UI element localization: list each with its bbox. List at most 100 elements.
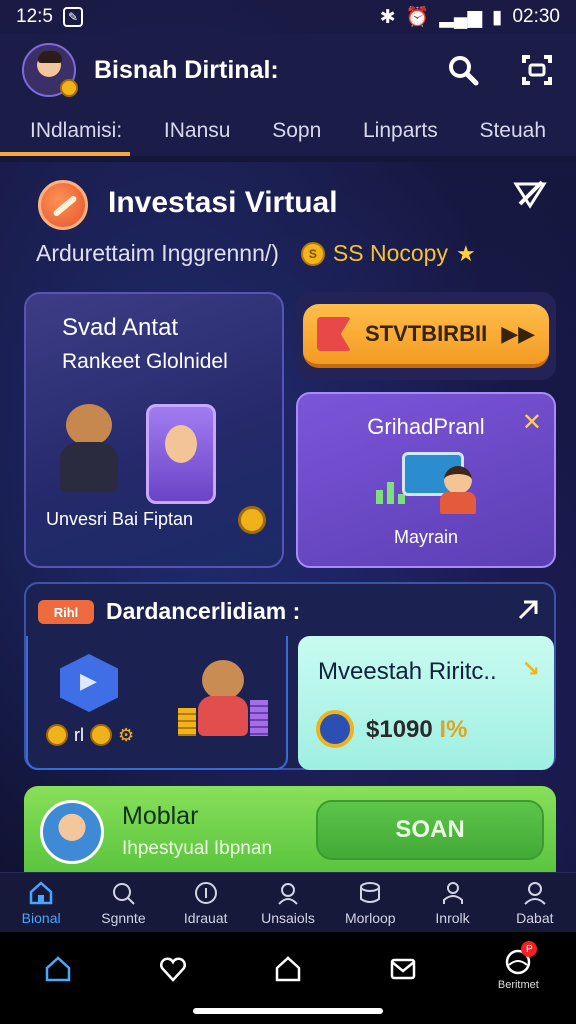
- nav-item-search[interactable]: Sgnnte: [82, 873, 164, 932]
- play-hex-icon: [60, 654, 118, 712]
- feature-card-ranking[interactable]: Svad Antat Rankeet Glolnidel Unvesri Bai…: [24, 292, 284, 568]
- points-label: SS Nocopy: [332, 240, 448, 266]
- summary-amount: $1090 I%: [366, 716, 467, 744]
- amount-value: $1090: [366, 716, 433, 743]
- sys-nav-label: Beritmet: [497, 979, 539, 991]
- profile-icon: [524, 881, 546, 905]
- avatar[interactable]: [22, 43, 78, 97]
- start-button-label: STVTBIRBII: [364, 321, 488, 346]
- app-header: Bisnah Dirtinal:: [0, 34, 576, 106]
- system-navigation: P Beritmet: [0, 932, 576, 1024]
- nav-label: Idrauat: [183, 909, 228, 926]
- status-time: 12:5: [16, 6, 53, 27]
- home-icon: [29, 880, 53, 904]
- panel-badge: Rihl: [38, 600, 94, 624]
- gear-icon: ⚙: [118, 724, 135, 745]
- investment-icon: [38, 180, 88, 230]
- coin-icon: [60, 79, 78, 97]
- coin-icon: [46, 724, 68, 746]
- nav-item-info[interactable]: Idrauat: [165, 873, 247, 932]
- amount-suffix: I%: [439, 716, 468, 743]
- card-caption: Unvesri Bai Fiptan: [46, 509, 194, 529]
- divider: [0, 156, 576, 162]
- tab-item[interactable]: INansu: [164, 119, 231, 143]
- nav-item-users[interactable]: Unsaiols: [247, 873, 329, 932]
- app-title: Bisnah Dirtinal:: [94, 55, 279, 84]
- bottom-nav: Bional Sgnnte Idrauat Unsaiols Morloop I…: [0, 872, 576, 932]
- nav-label: Bional: [21, 909, 61, 926]
- house-icon: [275, 956, 301, 982]
- intro-section: Investasi Virtual Ardurettaim Inggrennn/…: [20, 166, 556, 280]
- tab-bar: INdlamisi: INansu Sopn Linparts Steuah: [0, 106, 576, 156]
- heart-icon: [159, 957, 186, 982]
- home-gesture-pill[interactable]: [193, 1008, 383, 1014]
- sys-mail-button[interactable]: [378, 954, 428, 984]
- nav-item-database[interactable]: Morloop: [329, 873, 411, 932]
- tab-item[interactable]: INdlamisi:: [30, 119, 122, 143]
- card-caption: Mayrain: [393, 527, 459, 547]
- sys-notifications-button[interactable]: P Beritmet: [493, 941, 543, 991]
- coins-row: rl ⚙: [46, 724, 134, 746]
- coin-icon: S: [300, 241, 325, 266]
- card-subtitle: Rankeet Glolnidel: [62, 350, 228, 373]
- coins-label: rl: [74, 724, 84, 745]
- investment-summary-card[interactable]: Mveestah Riritc.. ↘ $1090 I%: [298, 636, 554, 770]
- alarm-icon: ⏰: [405, 7, 430, 28]
- mail-icon: [390, 958, 416, 980]
- status-bar: 12:5 ✎ ✱ ⏰ ▂▄▆ ▮ 02:30: [0, 0, 576, 34]
- wallet-icon: [316, 710, 354, 748]
- promo-button[interactable]: SOAN: [316, 800, 544, 860]
- card-title: GrihadPranl: [367, 414, 485, 439]
- nav-item-home[interactable]: Bional: [0, 873, 82, 932]
- section-subtitle-row: Ardurettaim Inggrennn/) S SS Nocopy ★: [36, 240, 476, 267]
- nav-label: Inrolk: [435, 909, 470, 926]
- play-icon: ▶▶: [501, 321, 536, 346]
- nav-label: Unsaiols: [261, 909, 315, 926]
- sys-favorites-button[interactable]: [148, 954, 198, 984]
- promo-subtitle: Ihpestyual Ibpnan: [122, 838, 273, 859]
- close-icon[interactable]: ✕: [522, 408, 542, 437]
- nav-item-profile[interactable]: Dabat: [494, 873, 576, 932]
- tab-item[interactable]: Sopn: [272, 119, 321, 143]
- sys-house-button[interactable]: [263, 954, 313, 984]
- nav-item-person[interactable]: Inrolk: [411, 873, 493, 932]
- promo-banner: Moblar Ihpestyual Ibpnan SOAN: [24, 786, 556, 876]
- battery-icon: ▮: [491, 6, 503, 28]
- summary-title: Mveestah Riritc..: [318, 658, 497, 685]
- person-icon: [442, 881, 463, 904]
- chevron-icon: ↘: [521, 656, 540, 681]
- portfolio-panel: Rihl Dardancerlidiam : rl ⚙ Mveestah Rir…: [24, 582, 556, 770]
- arrow-right-icon[interactable]: [514, 596, 542, 624]
- chart-icon: [376, 482, 405, 504]
- sys-home-button[interactable]: [33, 954, 83, 984]
- notification-badge: P: [521, 941, 538, 957]
- bear-investor-icon: [178, 650, 268, 740]
- coin-icon: [90, 724, 112, 746]
- close-icon[interactable]: [512, 176, 548, 212]
- portfolio-left-card[interactable]: rl ⚙: [26, 636, 288, 770]
- star-icon: ★: [455, 240, 476, 266]
- search-icon: [113, 882, 136, 905]
- search-icon[interactable]: [446, 53, 480, 87]
- notification-icon: ✎: [62, 7, 83, 27]
- start-button-container: STVTBIRBII ▶▶: [296, 292, 556, 380]
- start-button[interactable]: STVTBIRBII ▶▶: [303, 304, 549, 368]
- promo-avatar: [40, 800, 104, 864]
- scan-icon[interactable]: [520, 53, 554, 87]
- tab-item[interactable]: Steuah: [479, 119, 546, 143]
- database-icon: [360, 881, 381, 903]
- kid-mascot-icon: [438, 466, 478, 514]
- signal-icon: ▂▄▆: [439, 6, 482, 28]
- promo-title: Moblar: [122, 802, 199, 830]
- bear-mascot-icon: [54, 404, 124, 494]
- flag-icon: [316, 317, 351, 351]
- tab-item[interactable]: Linparts: [363, 119, 438, 143]
- nav-label: Morloop: [344, 909, 396, 926]
- section-subtitle: Ardurettaim Inggrennn/): [36, 240, 279, 266]
- status-clock: 02:30: [512, 6, 560, 27]
- users-icon: [278, 882, 298, 905]
- nav-label: Sgnnte: [101, 909, 146, 926]
- home-icon: [45, 956, 70, 982]
- info-icon: [194, 881, 217, 904]
- feature-card-market[interactable]: GrihadPranl ✕ Mayrain: [296, 392, 556, 568]
